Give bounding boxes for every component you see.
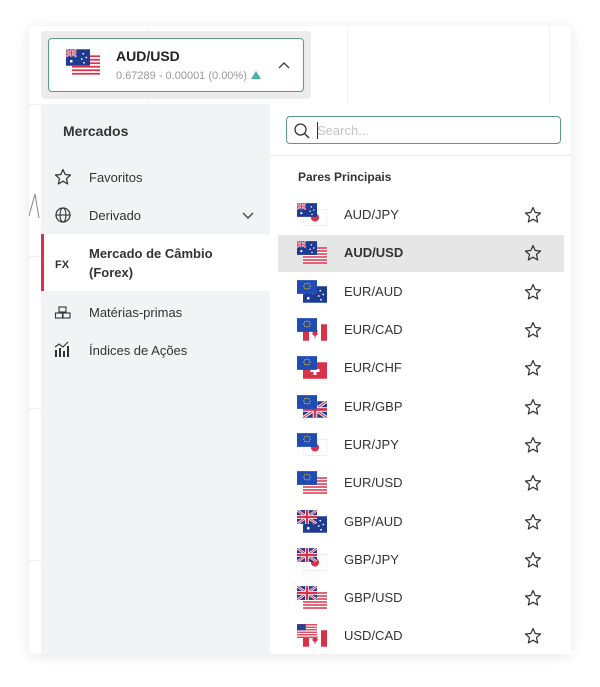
- sidebar-item-label: Matérias-primas: [89, 304, 183, 320]
- gb-us-flag-icon: [297, 586, 327, 609]
- text-caret: [317, 122, 318, 139]
- pair-label: AUD/JPY: [344, 207, 399, 222]
- star-icon[interactable]: [524, 627, 542, 645]
- quote-text: 0.67289 - 0.00001 (0.00%): [116, 70, 261, 82]
- list-item-eur-chf[interactable]: EUR/CHF: [278, 350, 564, 387]
- markets-sidebar: Mercados Favoritos Derivado FX Mercado d…: [41, 104, 270, 654]
- sidebar-item-forex[interactable]: FX Mercado de Câmbio (Forex): [41, 234, 270, 291]
- us-ca-flag-icon: [297, 624, 327, 647]
- au-us-flag-icon: [66, 49, 100, 75]
- list-item-gbp-usd[interactable]: GBP/USD: [278, 580, 564, 617]
- eu-ch-flag-icon: [297, 356, 327, 379]
- star-icon[interactable]: [524, 398, 542, 416]
- eu-ca-flag-icon: [297, 318, 327, 341]
- pair-label: USD/CAD: [344, 628, 403, 643]
- globe-icon: [54, 206, 72, 224]
- pair-label: EUR/AUD: [344, 284, 403, 299]
- pair-label: GBP/JPY: [344, 552, 399, 567]
- eu-us-flag-icon: [297, 471, 327, 494]
- pair-label: AUD/USD: [344, 245, 404, 260]
- sidebar-item-label: Derivado: [89, 207, 142, 223]
- star-icon[interactable]: [524, 206, 542, 224]
- list-item-gbp-jpy[interactable]: GBP/JPY: [278, 542, 564, 579]
- search-box: [286, 116, 561, 144]
- gold-bars-icon: [54, 303, 72, 321]
- chevron-down-icon: [242, 212, 254, 219]
- svg-text:FX: FX: [55, 259, 70, 271]
- divider: [270, 155, 571, 156]
- chevron-up-icon: [278, 62, 290, 69]
- list-item-eur-aud[interactable]: EUR/AUD: [278, 274, 564, 311]
- list-item-eur-jpy[interactable]: EUR/JPY: [278, 427, 564, 464]
- pair-label: EUR/JPY: [344, 437, 399, 452]
- fx-icon: FX: [54, 254, 72, 272]
- pair-label: EUR/GBP: [344, 399, 403, 414]
- au-us-flag-icon: [297, 241, 327, 264]
- star-icon[interactable]: [524, 513, 542, 531]
- list-item-usd-cad[interactable]: USD/CAD: [278, 618, 564, 655]
- market-selector-wrapper: AUD/USD 0.67289 - 0.00001 (0.00%): [41, 31, 311, 99]
- market-selector-button[interactable]: AUD/USD 0.67289 - 0.00001 (0.00%): [48, 38, 304, 92]
- star-icon: [54, 168, 72, 186]
- search-input[interactable]: [317, 120, 552, 140]
- star-icon[interactable]: [524, 551, 542, 569]
- selected-symbol: AUD/USD: [116, 48, 180, 64]
- star-icon[interactable]: [524, 244, 542, 262]
- star-icon[interactable]: [524, 436, 542, 454]
- list-item-gbp-aud[interactable]: GBP/AUD: [278, 504, 564, 541]
- search-icon: [294, 123, 310, 139]
- eu-gb-flag-icon: [297, 395, 327, 418]
- sidebar-item-favorites[interactable]: Favoritos: [41, 166, 270, 188]
- list-item-eur-cad[interactable]: EUR/CAD: [278, 312, 564, 349]
- section-title: Pares Principais: [298, 170, 392, 184]
- list-item-aud-usd[interactable]: AUD/USD: [278, 235, 564, 272]
- star-icon[interactable]: [524, 359, 542, 377]
- sidebar-item-stock-indices[interactable]: Índices de Ações: [41, 339, 270, 361]
- star-icon[interactable]: [524, 283, 542, 301]
- eu-jp-flag-icon: [297, 433, 327, 456]
- star-icon[interactable]: [524, 321, 542, 339]
- pair-label: EUR/USD: [344, 475, 403, 490]
- sidebar-item-commodities[interactable]: Matérias-primas: [41, 301, 270, 323]
- pair-label: GBP/AUD: [344, 514, 403, 529]
- chart-line-fragment: [29, 193, 40, 219]
- list-item-eur-usd[interactable]: EUR/USD: [278, 465, 564, 502]
- list-item-eur-gbp[interactable]: EUR/GBP: [278, 389, 564, 426]
- pair-label: EUR/CHF: [344, 360, 402, 375]
- sidebar-item-label: Índices de Ações: [89, 342, 188, 358]
- au-jp-flag-icon: [297, 203, 327, 226]
- gb-au-flag-icon: [297, 510, 327, 533]
- sidebar-item-label: Mercado de Câmbio (Forex): [89, 246, 213, 280]
- pair-label: EUR/CAD: [344, 322, 403, 337]
- stock-index-icon: [54, 341, 72, 359]
- list-item-aud-jpy[interactable]: AUD/JPY: [278, 197, 564, 234]
- up-triangle-icon: [250, 71, 261, 79]
- sidebar-item-label: Favoritos: [89, 169, 143, 185]
- eu-au-flag-icon: [297, 280, 327, 303]
- pair-label: GBP/USD: [344, 590, 403, 605]
- sidebar-item-derived[interactable]: Derivado: [41, 204, 270, 226]
- gb-jp-flag-icon: [297, 548, 327, 571]
- star-icon[interactable]: [524, 589, 542, 607]
- star-icon[interactable]: [524, 474, 542, 492]
- instrument-list-panel: Pares Principais AUD/JPY AUD/USD EUR/AUD…: [270, 104, 571, 654]
- sidebar-title: Mercados: [63, 123, 129, 139]
